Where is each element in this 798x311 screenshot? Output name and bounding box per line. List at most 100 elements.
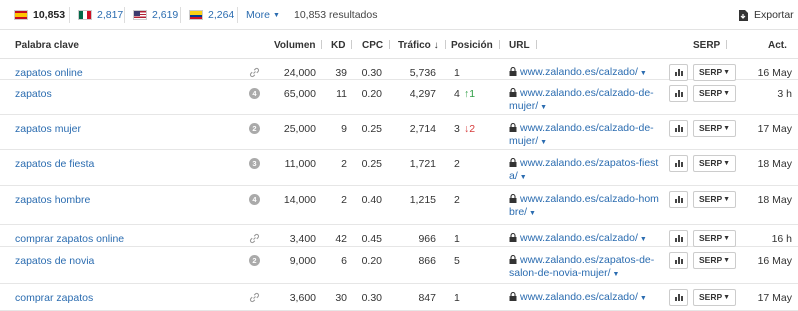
position-history-button[interactable] [669, 252, 688, 269]
ranking-url[interactable]: www.zalando.es/calzado/ ▼ [509, 232, 659, 246]
col-url[interactable]: URL [509, 40, 537, 51]
colombia-flag-icon [189, 10, 203, 20]
col-traffic[interactable]: Tráfico ↓ [398, 40, 446, 51]
serp-dropdown-button[interactable]: SERP ▼ [693, 252, 736, 269]
cpc-value: 0.45 [361, 233, 382, 245]
lock-icon [509, 255, 517, 264]
ranking-url[interactable]: www.zalando.es/zapatos-de-salon-de-novia… [509, 254, 659, 281]
serp-dropdown-button[interactable]: SERP ▼ [693, 191, 736, 208]
url-caret-icon: ▼ [538, 139, 548, 146]
traffic-value: 4,297 [409, 88, 436, 100]
position-history-button[interactable] [669, 289, 688, 306]
serp-features-badge[interactable]: 3 [249, 158, 260, 169]
country-tab-es[interactable]: 10,853 [14, 0, 65, 30]
position-history-button[interactable] [669, 230, 688, 247]
volume-value: 65,000 [283, 88, 316, 100]
position-change-up: ↑1 [464, 88, 476, 100]
link-icon [249, 67, 260, 78]
keyword-link[interactable]: zapatos hombre [15, 194, 90, 206]
url-caret-icon: ▼ [637, 70, 647, 77]
position-history-button[interactable] [669, 85, 688, 102]
table-header: Palabra clave Volumen KD CPC Tráfico ↓ P… [0, 30, 798, 59]
table-row: zapatos hombre 4 14,000 2 0.40 1,215 2 w… [0, 186, 798, 225]
ranking-url[interactable]: www.zalando.es/calzado-de-mujer/ ▼ [509, 87, 659, 114]
serp-dropdown-button[interactable]: SERP ▼ [693, 120, 736, 137]
keyword-link[interactable]: comprar zapatos [15, 292, 93, 304]
serp-dropdown-button[interactable]: SERP ▼ [693, 230, 736, 247]
ranking-url[interactable]: www.zalando.es/calzado-hombre/ ▼ [509, 193, 659, 220]
serp-dropdown-button[interactable]: SERP ▼ [693, 155, 736, 172]
export-button[interactable]: Exportar [738, 0, 794, 30]
keyword-link[interactable]: zapatos de fiesta [15, 158, 94, 170]
col-kd[interactable]: KD [331, 40, 353, 51]
ranking-url[interactable]: www.zalando.es/calzado-de-mujer/ ▼ [509, 122, 659, 149]
cpc-value: 0.20 [361, 255, 382, 267]
ranking-url[interactable]: www.zalando.es/zapatos-fiesta/ ▼ [509, 157, 659, 184]
keyword-link[interactable]: zapatos de novia [15, 255, 94, 267]
table-row: zapatos mujer 2 25,000 9 0.25 2,714 3 ↓2… [0, 115, 798, 150]
keyword-link[interactable]: zapatos online [15, 67, 83, 79]
serp-features-badge[interactable]: 4 [249, 194, 260, 205]
lock-icon [509, 158, 517, 167]
kd-value: 6 [341, 255, 347, 267]
position-history-button[interactable] [669, 120, 688, 137]
serp-dropdown-button[interactable]: SERP ▼ [693, 64, 736, 81]
country-count: 10,853 [33, 9, 66, 21]
position-history-button[interactable] [669, 64, 688, 81]
col-volume[interactable]: Volumen [274, 40, 323, 51]
url-caret-icon: ▼ [538, 104, 548, 111]
url-caret-icon: ▼ [517, 174, 527, 181]
col-serp: SERP [693, 40, 728, 51]
table-row: zapatos online 24,000 39 0.30 5,736 1 ww… [0, 59, 798, 81]
col-position[interactable]: Posición [451, 40, 500, 51]
country-tab-us[interactable]: 2,619 [133, 0, 178, 30]
country-count: 2,264 [208, 9, 235, 21]
ranking-url[interactable]: www.zalando.es/calzado/ ▼ [509, 66, 659, 80]
lock-icon [509, 292, 517, 301]
country-tab-co[interactable]: 2,264 [189, 0, 234, 30]
position-value: 3 [454, 123, 460, 135]
volume-value: 11,000 [284, 158, 316, 170]
col-keyword[interactable]: Palabra clave [15, 40, 79, 51]
serp-features-badge[interactable]: 2 [249, 123, 260, 134]
position-history-button[interactable] [669, 155, 688, 172]
position-value: 2 [454, 194, 460, 206]
lock-icon [509, 233, 517, 242]
url-caret-icon: ▼ [610, 271, 620, 278]
more-countries-dropdown[interactable]: More ▼ [246, 0, 280, 30]
lock-icon [509, 88, 517, 97]
export-icon [739, 9, 748, 21]
updated-value: 16 May [757, 67, 792, 79]
volume-value: 24,000 [283, 67, 316, 79]
country-count: 2,619 [152, 9, 179, 21]
link-icon [249, 292, 260, 303]
results-count: 10,853 resultados [294, 9, 378, 21]
updated-value: 16 May [757, 255, 792, 267]
table-row: zapatos 4 65,000 11 0.20 4,297 4 ↑1 www.… [0, 80, 798, 115]
country-tab-mx[interactable]: 2,817 [78, 0, 123, 30]
serp-dropdown-button[interactable]: SERP ▼ [693, 289, 736, 306]
keyword-link[interactable]: zapatos [15, 88, 52, 100]
caret-down-icon: ▼ [723, 294, 730, 301]
keyword-link[interactable]: zapatos mujer [15, 123, 81, 135]
mexico-flag-icon [78, 10, 92, 20]
position-value: 1 [454, 292, 460, 304]
kd-value: 11 [336, 88, 347, 100]
ranking-url[interactable]: www.zalando.es/calzado/ ▼ [509, 291, 659, 305]
updated-value: 3 h [777, 88, 792, 100]
col-cpc[interactable]: CPC [362, 40, 391, 51]
col-updated[interactable]: Act. [768, 40, 787, 51]
serp-features-badge[interactable]: 4 [249, 88, 260, 99]
serp-dropdown-button[interactable]: SERP ▼ [693, 85, 736, 102]
cpc-value: 0.25 [361, 123, 382, 135]
updated-value: 17 May [757, 123, 792, 135]
caret-down-icon: ▼ [723, 90, 730, 97]
kd-value: 39 [335, 67, 347, 79]
keyword-link[interactable]: comprar zapatos online [15, 233, 124, 245]
link-icon [249, 233, 260, 244]
serp-features-badge[interactable]: 2 [249, 255, 260, 266]
caret-down-icon: ▼ [272, 11, 280, 19]
volume-value: 14,000 [283, 194, 316, 206]
position-history-button[interactable] [669, 191, 688, 208]
cpc-value: 0.20 [361, 88, 382, 100]
